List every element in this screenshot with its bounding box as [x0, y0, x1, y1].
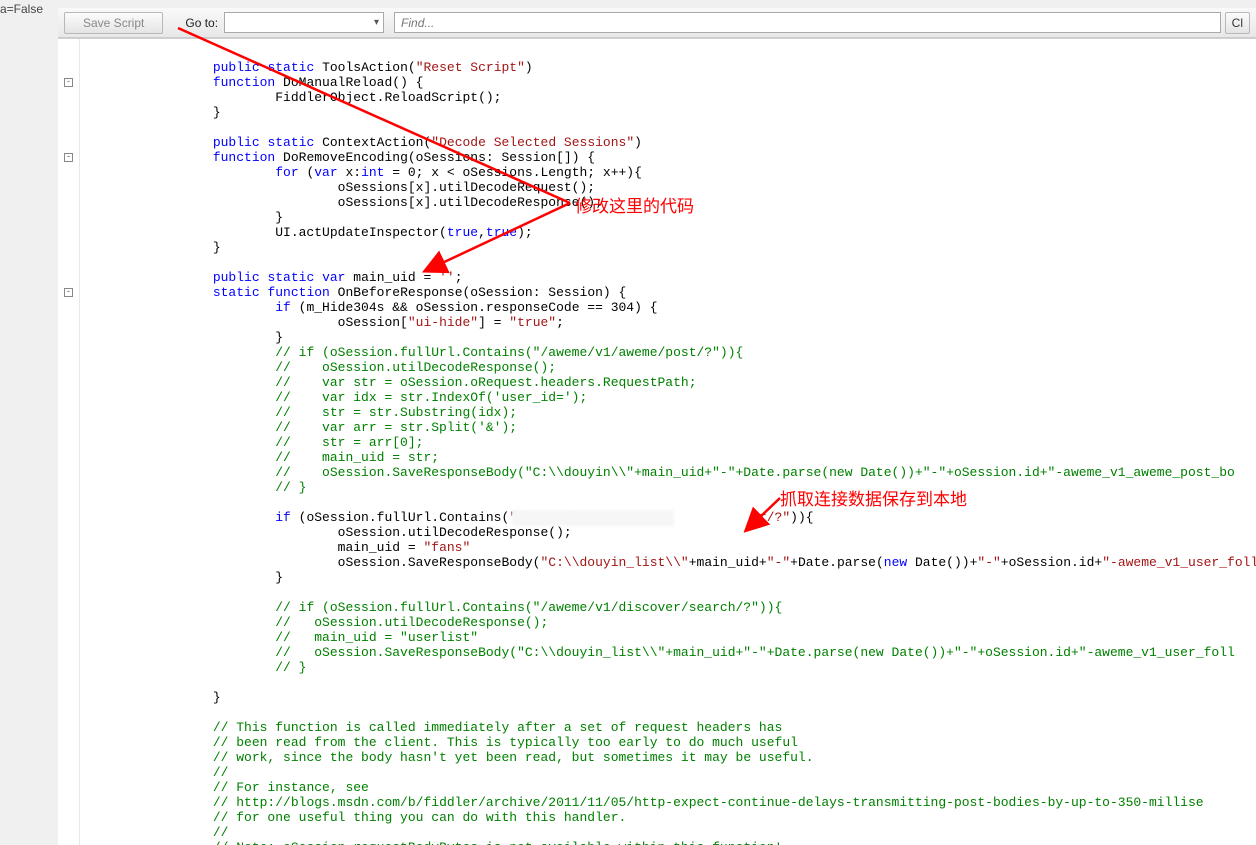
fold-toggle[interactable]: -: [64, 153, 73, 162]
fold-toggle[interactable]: -: [64, 78, 73, 87]
fragment-label: a=False: [0, 2, 43, 16]
gutter: - - -: [58, 39, 80, 845]
find-input[interactable]: [394, 12, 1221, 33]
save-script-button[interactable]: Save Script: [64, 12, 163, 34]
code-editor[interactable]: - - - public static ToolsAction("Reset Scr…: [58, 38, 1256, 845]
goto-dropdown[interactable]: [224, 12, 384, 33]
code-area[interactable]: public static ToolsAction("Reset Script"…: [80, 39, 1256, 845]
toolbar: Save Script Go to: Cl: [58, 8, 1256, 38]
redacted-region: [512, 510, 674, 526]
right-button[interactable]: Cl: [1225, 12, 1250, 34]
fold-toggle[interactable]: -: [64, 288, 73, 297]
goto-label: Go to:: [185, 16, 218, 30]
